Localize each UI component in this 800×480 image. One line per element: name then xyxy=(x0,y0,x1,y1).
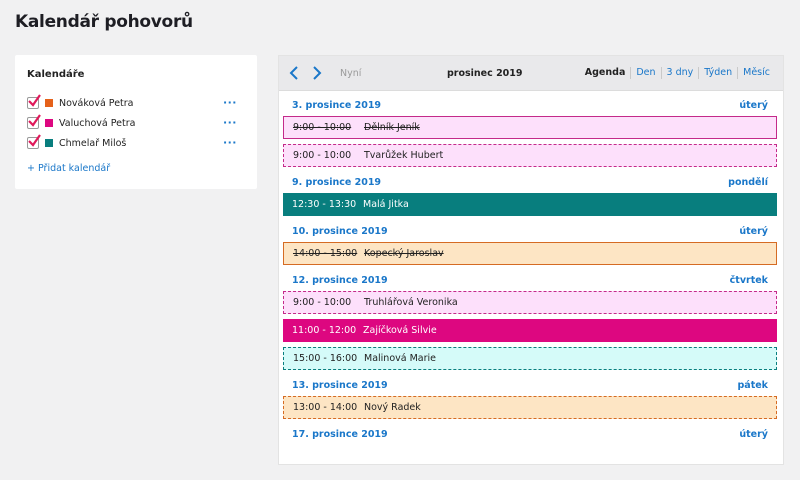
event-title: Zajíčková Silvie xyxy=(363,325,437,336)
calendar-name: Nováková Petra xyxy=(59,97,134,109)
calendar-checkbox[interactable] xyxy=(27,94,41,109)
agenda-event[interactable]: 14:00 - 15:00 Kopecký Jaroslav xyxy=(283,242,777,265)
event-time: 11:00 - 12:00 xyxy=(292,325,357,336)
view-switcher: Agenda Den 3 dny Týden Měsíc xyxy=(580,67,775,79)
view-tab[interactable]: Agenda xyxy=(580,67,631,79)
view-tab[interactable]: Den xyxy=(630,67,660,79)
event-title: Tvarůžek Hubert xyxy=(364,150,444,161)
more-icon[interactable]: ··· xyxy=(223,137,245,148)
calendar-name: Chmelař Miloš xyxy=(59,137,127,149)
calendars-panel: Kalendáře Nováková Petra ··· Valuchová Pet… xyxy=(15,55,257,189)
page-title: Kalendář pohovorů xyxy=(15,12,193,32)
now-button[interactable]: Nyní xyxy=(340,68,361,79)
day-weekday: čtvrtek xyxy=(729,275,768,286)
chevron-right-icon[interactable] xyxy=(308,64,326,82)
day-header: 13. prosince 2019 pátek xyxy=(283,370,777,391)
day-header: 17. prosince 2019 úterý xyxy=(283,419,777,440)
agenda-event[interactable]: 9:00 - 10:00 Truhlářová Veronika xyxy=(283,291,777,314)
event-title: Nový Radek xyxy=(364,402,421,413)
agenda-list: 3. prosince 2019 úterý 9:00 - 10:00 Dělník … xyxy=(279,91,783,440)
day-weekday: pátek xyxy=(737,380,768,391)
event-title: Malá Jitka xyxy=(363,199,409,210)
calendar-item: Chmelař Miloš ··· xyxy=(27,133,245,153)
day-date[interactable]: 3. prosince 2019 xyxy=(292,100,381,111)
calendar-color-swatch xyxy=(45,139,53,147)
day-date[interactable]: 12. prosince 2019 xyxy=(292,275,388,286)
day-weekday: úterý xyxy=(739,429,768,440)
calendar-item: Valuchová Petra ··· xyxy=(27,113,245,133)
event-title: Dělník Jeník xyxy=(364,122,420,133)
day-weekday: úterý xyxy=(739,226,768,237)
agenda-event[interactable]: 9:00 - 10:00 Tvarůžek Hubert xyxy=(283,144,777,167)
event-time: 9:00 - 10:00 xyxy=(293,122,352,133)
more-icon[interactable]: ··· xyxy=(223,97,245,108)
agenda-event[interactable]: 13:00 - 14:00 Nový Radek xyxy=(283,396,777,419)
day-date[interactable]: 13. prosince 2019 xyxy=(292,380,388,391)
day-header: 9. prosince 2019 pondělí xyxy=(283,167,777,188)
calendar-item: Nováková Petra ··· xyxy=(27,93,245,113)
event-time: 12:30 - 13:30 xyxy=(292,199,357,210)
event-title: Malinová Marie xyxy=(364,353,437,364)
day-date[interactable]: 9. prosince 2019 xyxy=(292,177,381,188)
agenda-event[interactable]: 11:00 - 12:00 Zajíčková Silvie xyxy=(283,319,777,342)
calendars-heading: Kalendáře xyxy=(27,69,85,80)
agenda-event[interactable]: 12:30 - 13:30 Malá Jitka xyxy=(283,193,777,216)
chevron-left-icon[interactable] xyxy=(285,64,303,82)
more-icon[interactable]: ··· xyxy=(223,117,245,128)
calendar-color-swatch xyxy=(45,119,53,127)
day-header: 3. prosince 2019 úterý xyxy=(283,91,777,111)
event-time: 13:00 - 14:00 xyxy=(293,402,358,413)
event-time: 14:00 - 15:00 xyxy=(293,248,358,259)
event-title: Truhlářová Veronika xyxy=(364,297,458,308)
day-header: 10. prosince 2019 úterý xyxy=(283,216,777,237)
calendar-checkbox[interactable] xyxy=(27,134,41,149)
event-title: Kopecký Jaroslav xyxy=(364,248,444,259)
agenda-event[interactable]: 9:00 - 10:00 Dělník Jeník xyxy=(283,116,777,139)
day-weekday: pondělí xyxy=(728,177,768,188)
calendar-list: Nováková Petra ··· Valuchová Petra ··· Chmel… xyxy=(27,93,245,153)
day-date[interactable]: 17. prosince 2019 xyxy=(292,429,388,440)
agenda-event[interactable]: 15:00 - 16:00 Malinová Marie xyxy=(283,347,777,370)
day-date[interactable]: 10. prosince 2019 xyxy=(292,226,388,237)
day-weekday: úterý xyxy=(739,100,768,111)
view-tab[interactable]: Měsíc xyxy=(737,67,775,79)
day-header: 12. prosince 2019 čtvrtek xyxy=(283,265,777,286)
calendar-toolbar: Nyní prosinec 2019 Agenda Den 3 dny Týden Mě… xyxy=(279,56,783,91)
event-time: 15:00 - 16:00 xyxy=(293,353,358,364)
calendar-checkbox[interactable] xyxy=(27,114,41,129)
view-tab[interactable]: 3 dny xyxy=(660,67,699,79)
calendar-color-swatch xyxy=(45,99,53,107)
add-calendar-link[interactable]: + Přidat kalendář xyxy=(27,163,245,174)
calendar-view: Nyní prosinec 2019 Agenda Den 3 dny Týden Mě… xyxy=(278,55,784,465)
event-time: 9:00 - 10:00 xyxy=(293,150,352,161)
view-tab[interactable]: Týden xyxy=(698,67,737,79)
event-time: 9:00 - 10:00 xyxy=(293,297,352,308)
calendar-name: Valuchová Petra xyxy=(59,117,136,129)
month-label: prosinec 2019 xyxy=(447,67,523,79)
